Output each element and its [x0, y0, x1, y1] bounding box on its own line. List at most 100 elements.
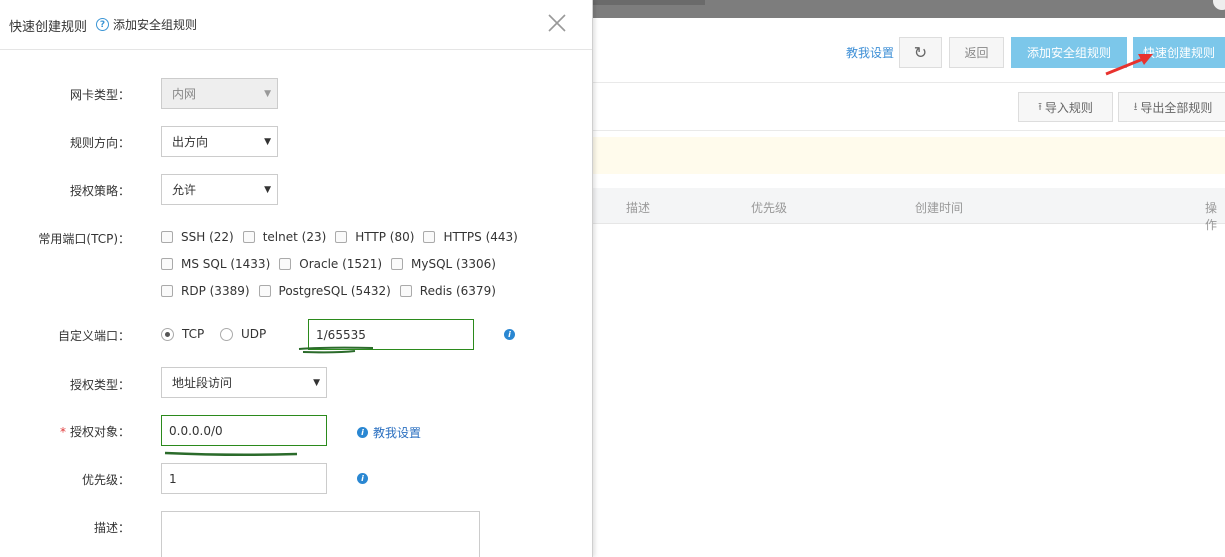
- refresh-icon: ↻: [913, 43, 928, 62]
- direction-select[interactable]: 出方向 ▼: [161, 126, 278, 157]
- port-label: RDP (3389): [181, 284, 250, 298]
- auth-type-value: 地址段访问: [172, 376, 233, 390]
- port-checkbox-mysql[interactable]: MySQL (3306): [391, 257, 496, 271]
- dialog-header: 快速创建规则 ? 添加安全组规则: [0, 0, 592, 50]
- port-label: Oracle (1521): [299, 257, 383, 271]
- caret-down-icon: ▼: [264, 185, 271, 195]
- ports-row: SSH (22) telnet (23) HTTP (80) HTTPS (44…: [161, 230, 527, 244]
- port-checkbox-telnet[interactable]: telnet (23): [242, 230, 327, 244]
- checkbox[interactable]: [161, 231, 173, 243]
- policy-label: 授权策略：: [69, 184, 130, 198]
- port-checkbox-rdp[interactable]: RDP (3389): [161, 284, 250, 298]
- auth-type-label: 授权类型：: [69, 378, 130, 392]
- ports-row: MS SQL (1433) Oracle (1521) MySQL (3306): [161, 257, 505, 271]
- checkbox[interactable]: [161, 258, 173, 270]
- import-button[interactable]: ⭱ 导入规则: [1018, 92, 1113, 122]
- table-header: 描述 优先级 创建时间 操作: [593, 188, 1225, 232]
- dialog-title: 快速创建规则: [9, 20, 88, 35]
- refresh-button[interactable]: ↻: [899, 37, 942, 68]
- priority-label: 优先级：: [81, 473, 130, 487]
- info-icon[interactable]: i: [357, 473, 368, 484]
- port-label: Redis (6379): [419, 284, 496, 298]
- top-bar-tab: [593, 0, 705, 5]
- direction-value: 出方向: [172, 135, 209, 149]
- custom-port-label: 自定义端口：: [57, 329, 130, 343]
- port-label: HTTP (80): [355, 230, 415, 244]
- annotation-underline: [298, 346, 374, 354]
- help-link[interactable]: 教我设置: [846, 44, 894, 61]
- policy-select[interactable]: 允许 ▼: [161, 174, 278, 205]
- back-button[interactable]: 返回: [949, 37, 1004, 68]
- port-label: HTTPS (443): [443, 230, 518, 244]
- auth-object-label: * 授权对象：: [0, 423, 130, 440]
- question-icon: ?: [96, 18, 109, 31]
- port-checkbox-https[interactable]: HTTPS (443): [423, 230, 518, 244]
- ports-row: RDP (3389) PostgreSQL (5432) Redis (6379…: [161, 284, 505, 298]
- port-checkbox-http[interactable]: HTTP (80): [335, 230, 414, 244]
- column-header: 优先级: [751, 201, 788, 215]
- port-label: SSH (22): [181, 230, 234, 244]
- caret-down-icon: ▼: [264, 89, 271, 99]
- dialog-help-label: 添加安全组规则: [113, 18, 198, 32]
- import-label: 导入规则: [1044, 100, 1093, 115]
- column-header: 描述: [626, 201, 651, 215]
- port-checkbox-ssh[interactable]: SSH (22): [161, 230, 234, 244]
- checkbox[interactable]: [399, 285, 412, 297]
- annotation-arrow: [1105, 54, 1153, 76]
- checkbox[interactable]: [258, 285, 271, 297]
- top-bar-corner: [1213, 0, 1225, 10]
- policy-value: 允许: [172, 183, 197, 197]
- required-mark: *: [59, 425, 66, 439]
- toolbar-divider: [593, 130, 1225, 131]
- close-icon[interactable]: [546, 12, 568, 34]
- port-label: MS SQL (1433): [181, 257, 271, 271]
- annotation-underline: [164, 451, 298, 457]
- checkbox[interactable]: [391, 258, 404, 270]
- auth-object-label-text: 授权对象：: [69, 425, 130, 439]
- port-label: MySQL (3306): [411, 257, 496, 271]
- priority-input[interactable]: [161, 463, 327, 494]
- export-label: 导出全部规则: [1140, 100, 1213, 115]
- caret-down-icon: ▼: [313, 378, 320, 388]
- description-label: 描述：: [93, 521, 130, 535]
- quick-create-dialog: 快速创建规则 ? 添加安全组规则 网卡类型： 内网 ▼ 规则方向： 出方向 ▼ …: [0, 0, 593, 557]
- port-checkbox-redis[interactable]: Redis (6379): [399, 284, 496, 298]
- port-checkbox-postgresql[interactable]: PostgreSQL (5432): [258, 284, 391, 298]
- info-icon: i: [357, 427, 368, 438]
- nic-type-label: 网卡类型：: [69, 88, 130, 102]
- caret-down-icon: ▼: [264, 137, 271, 147]
- description-textarea[interactable]: [161, 511, 480, 557]
- checkbox[interactable]: [423, 231, 436, 243]
- dialog-help-link[interactable]: ? 添加安全组规则: [96, 16, 197, 33]
- column-header: 操作: [1205, 201, 1218, 232]
- port-checkbox-oracle[interactable]: Oracle (1521): [279, 257, 382, 271]
- teach-setup-link[interactable]: i 教我设置: [357, 424, 421, 441]
- port-label: telnet (23): [262, 230, 327, 244]
- teach-setup-label: 教我设置: [373, 426, 422, 440]
- upload-icon: ⭱: [1038, 99, 1042, 113]
- checkbox[interactable]: [242, 231, 255, 243]
- radio-udp-label: UDP: [241, 327, 267, 341]
- radio-udp[interactable]: UDP: [220, 327, 266, 341]
- column-header: 创建时间: [915, 201, 964, 215]
- auth-type-select[interactable]: 地址段访问 ▼: [161, 367, 327, 398]
- nic-type-value: 内网: [172, 87, 197, 101]
- common-ports-label: 常用端口(TCP)：: [38, 232, 130, 246]
- radio-unselected[interactable]: [220, 327, 233, 341]
- port-checkbox-mssql[interactable]: MS SQL (1433): [161, 257, 270, 271]
- download-icon: ⭳: [1133, 99, 1138, 113]
- checkbox[interactable]: [161, 285, 173, 297]
- info-icon[interactable]: i: [504, 329, 515, 340]
- port-label: PostgreSQL (5432): [278, 284, 391, 298]
- radio-selected[interactable]: [161, 327, 174, 341]
- export-button[interactable]: ⭳ 导出全部规则: [1118, 92, 1225, 122]
- checkbox[interactable]: [279, 258, 292, 270]
- auth-object-input[interactable]: [161, 415, 327, 446]
- direction-label: 规则方向：: [69, 136, 130, 150]
- radio-tcp[interactable]: TCP: [161, 327, 204, 341]
- notice-bar: [593, 137, 1225, 174]
- radio-tcp-label: TCP: [182, 327, 205, 341]
- toolbar-divider: [593, 82, 1225, 83]
- checkbox[interactable]: [335, 231, 348, 243]
- nic-type-select[interactable]: 内网 ▼: [161, 78, 278, 109]
